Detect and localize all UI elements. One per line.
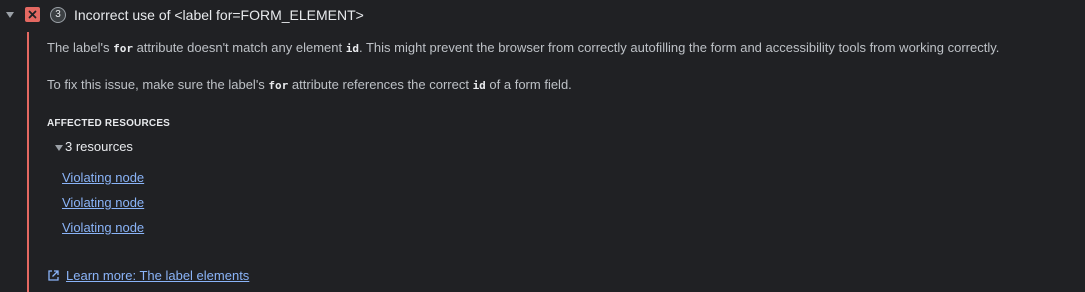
code-id: id [472, 79, 486, 92]
issue-header[interactable]: 3 Incorrect use of <label for=FORM_ELEME… [0, 0, 1085, 32]
issue-title[interactable]: Incorrect use of <label for=FORM_ELEMENT… [74, 7, 364, 23]
fix-text: of a form field. [485, 77, 572, 92]
error-severity-rule [27, 32, 29, 292]
resources-count-label: 3 resources [65, 139, 133, 154]
description-text: . This might prevent the browser from co… [358, 40, 1000, 55]
chevron-down-icon[interactable] [6, 12, 14, 18]
issue-description: The label's for attribute doesn't match … [47, 40, 999, 55]
description-text: attribute doesn't match any element [132, 40, 346, 55]
code-for: for [113, 42, 133, 55]
code-for: for [268, 79, 289, 92]
fix-text: attribute references the correct [288, 77, 473, 92]
issue-panel: 3 Incorrect use of <label for=FORM_ELEME… [0, 0, 1085, 292]
violating-node-link[interactable]: Violating node [62, 195, 144, 210]
issue-fix-hint: To fix this issue, make sure the label's… [47, 77, 572, 92]
chevron-down-icon[interactable] [55, 145, 63, 151]
external-link-icon [48, 270, 59, 281]
fix-text: To fix this issue, make sure the label's [47, 77, 269, 92]
description-text: The label's [47, 40, 114, 55]
error-x-icon [25, 7, 40, 22]
code-id: id [345, 42, 359, 55]
learn-more-label[interactable]: Learn more: The label elements [66, 268, 249, 283]
violating-node-link[interactable]: Violating node [62, 170, 144, 185]
affected-resources-heading: AFFECTED RESOURCES [47, 118, 171, 129]
violating-node-link[interactable]: Violating node [62, 220, 144, 235]
issue-count-badge: 3 [50, 7, 66, 23]
